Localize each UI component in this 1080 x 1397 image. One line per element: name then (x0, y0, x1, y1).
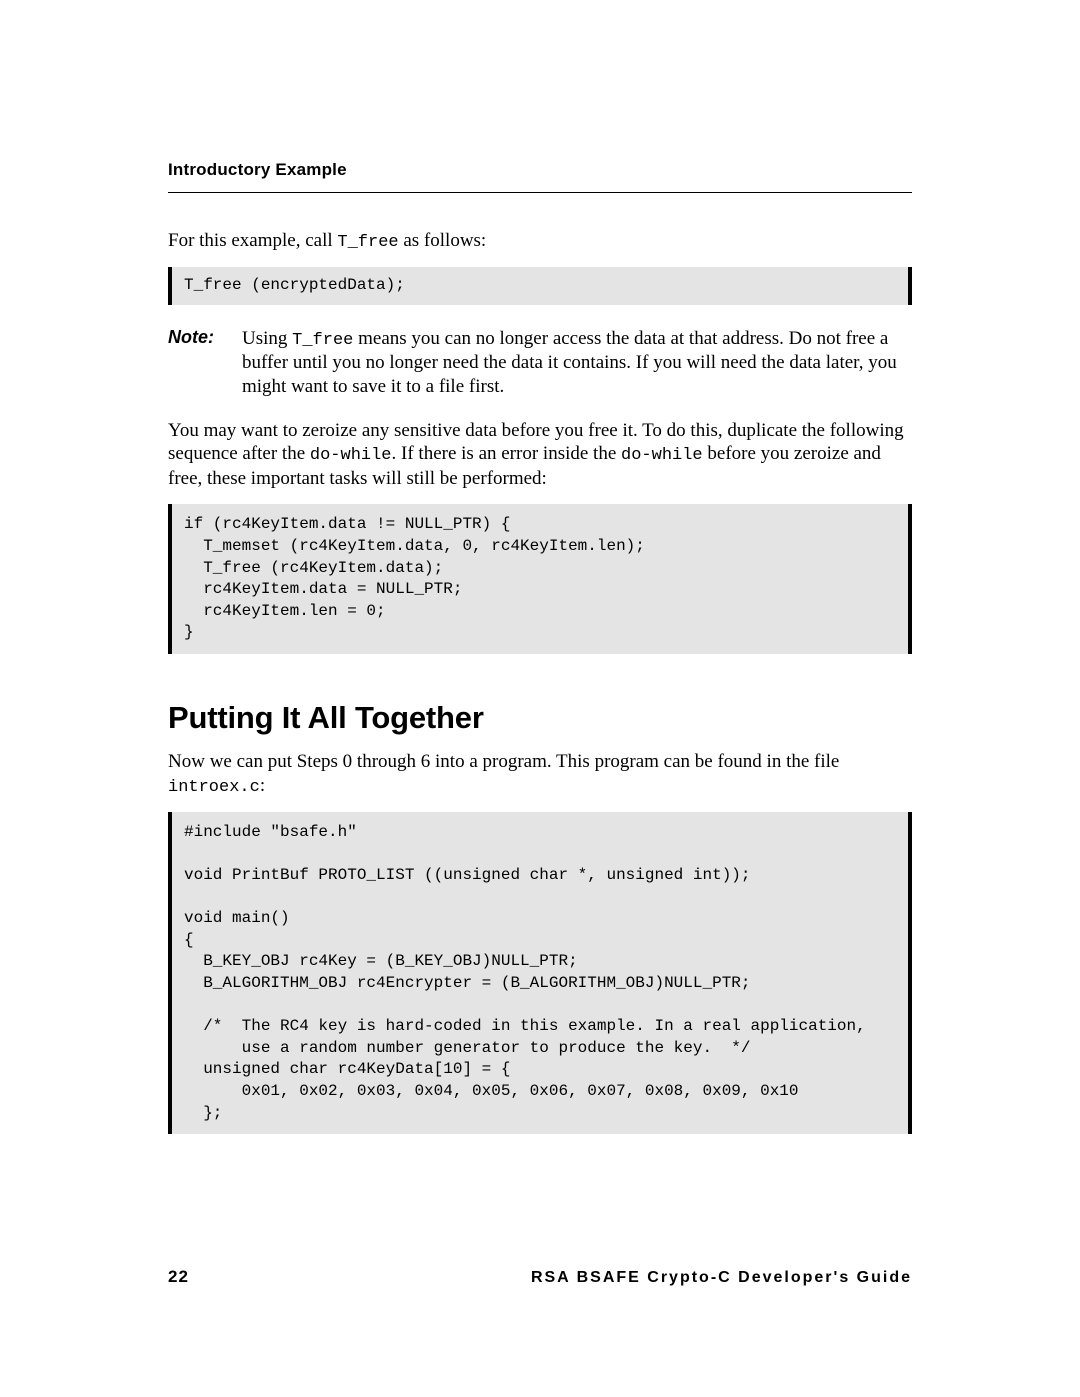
intro-paragraph: For this example, call T_free as follows… (168, 229, 912, 253)
note-body: Using T_free means you can no longer acc… (242, 327, 912, 399)
intro-text-a: For this example, call (168, 230, 337, 251)
inline-code-tfree: T_free (337, 233, 398, 252)
note-text-a: Using (242, 328, 292, 349)
page-footer: 22 RSA BSAFE Crypto-C Developer's Guide (168, 1267, 912, 1287)
manual-page: Introductory Example For this example, c… (0, 0, 1080, 1397)
together-text-b: : (260, 775, 265, 796)
code-block-tfree-call: T_free (encryptedData); (168, 267, 912, 305)
inline-code-dowhile-2: do-while (621, 446, 703, 465)
footer-guide-title: RSA BSAFE Crypto-C Developer's Guide (531, 1269, 912, 1287)
inline-code-tfree-note: T_free (292, 331, 353, 350)
zeroize-paragraph: You may want to zeroize any sensitive da… (168, 419, 912, 491)
section-heading: Putting It All Together (168, 700, 912, 736)
together-paragraph: Now we can put Steps 0 through 6 into a … (168, 750, 912, 798)
intro-text-b: as follows: (399, 230, 487, 251)
code-block-program: #include "bsafe.h" void PrintBuf PROTO_L… (168, 812, 912, 1134)
zeroize-text-b: . If there is an error inside the (392, 443, 622, 464)
note-block: Note: Using T_free means you can no long… (168, 327, 912, 399)
inline-code-dowhile-1: do-while (310, 446, 392, 465)
together-text-a: Now we can put Steps 0 through 6 into a … (168, 751, 839, 772)
header-rule (168, 192, 912, 193)
running-header: Introductory Example (168, 160, 912, 180)
code-block-zeroize: if (rc4KeyItem.data != NULL_PTR) { T_mem… (168, 504, 912, 654)
inline-code-introex: introex.c (168, 778, 260, 797)
note-label: Note: (168, 327, 222, 399)
page-number: 22 (168, 1267, 189, 1287)
